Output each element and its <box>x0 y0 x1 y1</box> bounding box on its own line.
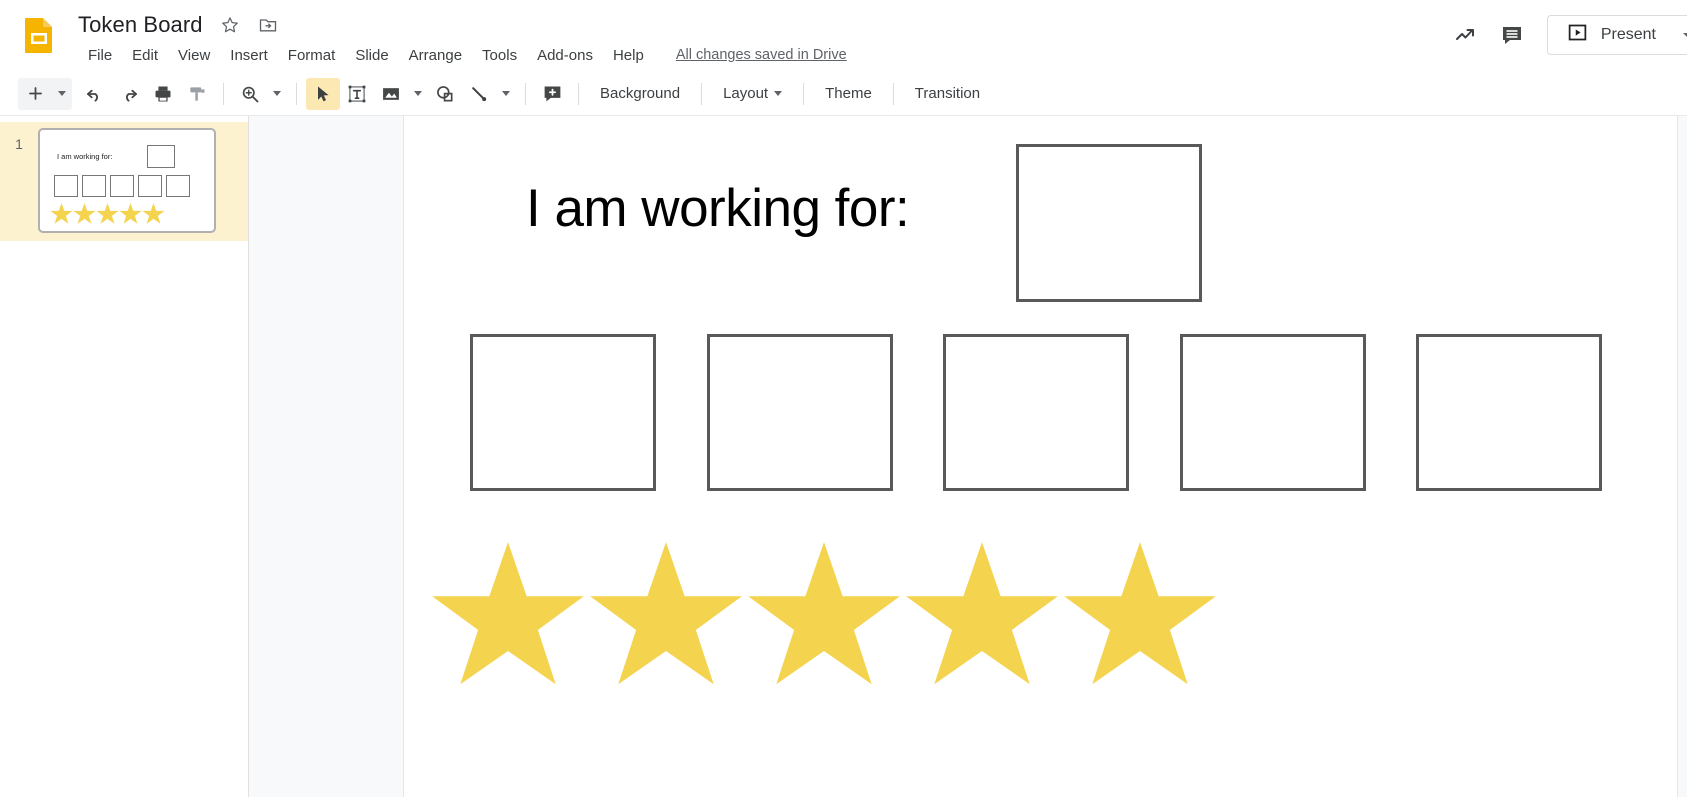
chevron-down-icon <box>774 91 783 96</box>
menu-edit[interactable]: Edit <box>122 45 168 66</box>
new-slide-button[interactable] <box>18 77 72 110</box>
print-icon[interactable] <box>146 78 180 110</box>
layout-button-label: Layout <box>723 85 769 102</box>
slide-number: 1 <box>15 136 23 152</box>
reward-box[interactable] <box>1016 144 1202 302</box>
menu-format[interactable]: Format <box>278 45 346 66</box>
thumbnail-token-box-row <box>54 175 190 197</box>
image-icon[interactable] <box>374 78 408 110</box>
present-play-icon <box>1567 22 1588 48</box>
star-outline-icon[interactable] <box>219 14 241 36</box>
token-box-row <box>470 334 1602 491</box>
thumbnail-token-box <box>138 175 162 197</box>
redo-icon[interactable] <box>112 78 146 110</box>
line-icon[interactable] <box>462 78 496 110</box>
menu-bar: File Edit View Insert Format Slide Arran… <box>78 42 847 68</box>
toolbar-divider <box>525 82 526 105</box>
zoom-in-icon[interactable] <box>233 78 267 110</box>
add-comment-icon[interactable] <box>535 78 569 110</box>
thumbnail-star-icon <box>96 203 119 224</box>
toolbar-divider <box>803 82 805 105</box>
menu-file[interactable]: File <box>78 45 122 66</box>
zoom-caret-icon[interactable] <box>267 78 287 110</box>
toolbar-divider <box>223 82 224 105</box>
thumbnail-star-icon <box>73 203 96 224</box>
paint-format-icon[interactable] <box>180 78 214 110</box>
menu-help[interactable]: Help <box>603 45 654 66</box>
thumbnail-star-icon <box>142 203 165 224</box>
present-button-label: Present <box>1600 26 1656 43</box>
chevron-down-icon[interactable] <box>1683 32 1687 38</box>
shape-icon[interactable] <box>428 78 462 110</box>
menu-insert[interactable]: Insert <box>220 45 278 66</box>
thumbnail-token-box <box>166 175 190 197</box>
thumbnail-star-icon <box>50 203 73 224</box>
thumbnail-star-row <box>50 202 165 225</box>
toolbar-divider <box>892 82 894 105</box>
star-icon-5[interactable] <box>1061 538 1219 690</box>
save-status-link[interactable]: All changes saved in Drive <box>676 47 847 63</box>
star-icon-3[interactable] <box>745 538 903 690</box>
thumbnail-token-box <box>110 175 134 197</box>
token-box-5[interactable] <box>1416 334 1602 491</box>
star-row <box>429 538 1219 690</box>
thumbnail-reward-box <box>147 145 175 168</box>
token-box-4[interactable] <box>1179 334 1366 491</box>
thumbnail-token-box <box>54 175 78 197</box>
slide-canvas[interactable]: I am working for: <box>403 116 1678 797</box>
move-to-folder-icon[interactable] <box>257 14 279 36</box>
slide-thumbnail[interactable]: I am working for: <box>38 128 216 233</box>
theme-button[interactable]: Theme <box>813 80 884 107</box>
top-right-actions: Present <box>1443 12 1687 58</box>
toolbar-divider <box>296 82 297 105</box>
workspace: 1 I am working for: I am working for: <box>0 116 1687 797</box>
text-box-icon[interactable] <box>340 78 374 110</box>
toolbar-divider <box>578 82 579 105</box>
top-bar: Token Board File Edit View Insert Format… <box>0 0 1687 72</box>
star-icon-1[interactable] <box>429 538 587 690</box>
thumbnail-title-text: I am working for: <box>57 152 113 161</box>
background-button[interactable]: Background <box>588 80 692 107</box>
star-icon-4[interactable] <box>903 538 1061 690</box>
layout-button[interactable]: Layout <box>711 80 794 107</box>
menu-tools[interactable]: Tools <box>472 45 527 66</box>
new-slide-caret-icon[interactable] <box>52 78 72 110</box>
thumbnail-star-icon <box>119 203 142 224</box>
document-title-row: Token Board <box>78 10 279 40</box>
image-caret-icon[interactable] <box>408 78 428 110</box>
token-box-1[interactable] <box>470 334 656 491</box>
token-box-3[interactable] <box>943 334 1129 491</box>
slides-logo-icon[interactable] <box>18 14 60 56</box>
undo-icon[interactable] <box>78 78 112 110</box>
comment-icon[interactable] <box>1489 12 1535 58</box>
page-title[interactable]: Token Board <box>78 12 203 38</box>
transition-button[interactable]: Transition <box>903 80 992 107</box>
toolbar: Background Layout Theme Transition <box>0 72 1687 116</box>
menu-view[interactable]: View <box>168 45 220 66</box>
present-button[interactable]: Present <box>1546 15 1687 55</box>
thumbnail-token-box <box>82 175 106 197</box>
star-icon-2[interactable] <box>587 538 745 690</box>
activity-trend-icon[interactable] <box>1443 12 1489 58</box>
slide-title-text[interactable]: I am working for: <box>526 178 910 239</box>
menu-slide[interactable]: Slide <box>345 45 398 66</box>
plus-icon[interactable] <box>18 78 52 110</box>
token-box-2[interactable] <box>706 334 893 491</box>
canvas-gutter: I am working for: <box>249 116 1687 797</box>
filmstrip-slide-1[interactable]: 1 I am working for: <box>0 122 248 241</box>
menu-addons[interactable]: Add-ons <box>527 45 603 66</box>
slide-filmstrip[interactable]: 1 I am working for: <box>0 116 249 797</box>
line-caret-icon[interactable] <box>496 78 516 110</box>
menu-arrange[interactable]: Arrange <box>399 45 472 66</box>
toolbar-divider <box>701 82 703 105</box>
cursor-arrow-icon[interactable] <box>306 77 340 110</box>
